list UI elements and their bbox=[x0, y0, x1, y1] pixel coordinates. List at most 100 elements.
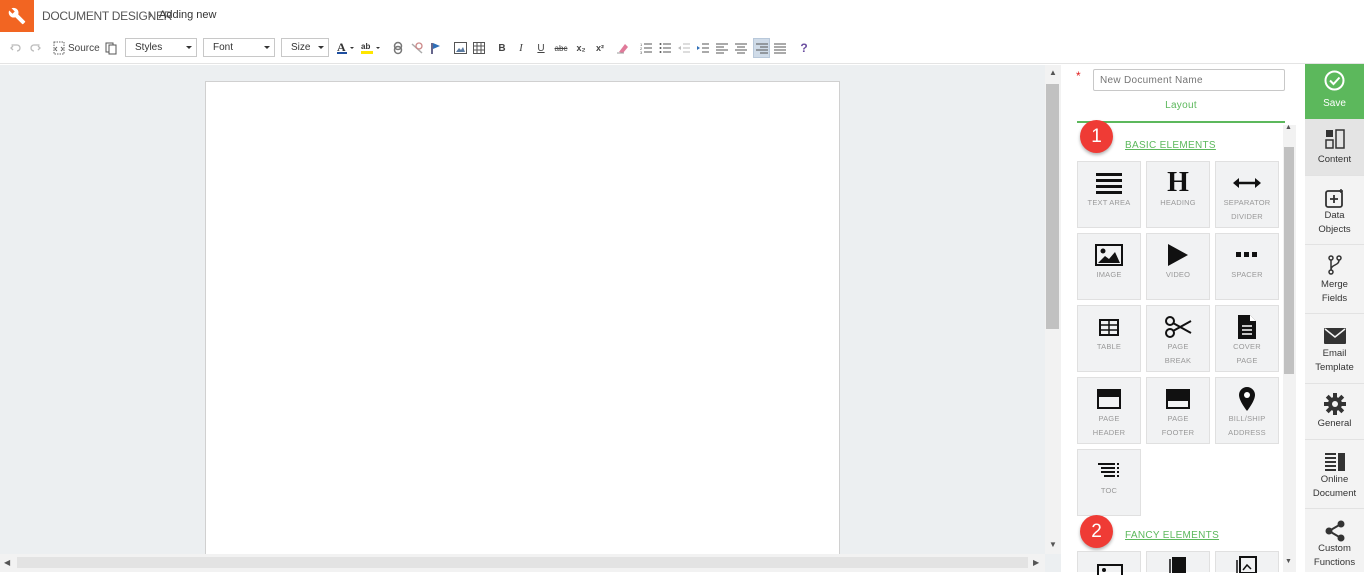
breadcrumb-separator: › bbox=[148, 8, 152, 22]
editor-horizontal-scrollbar[interactable]: ◀ ▶ bbox=[0, 554, 1045, 572]
align-right-icon[interactable] bbox=[753, 38, 770, 58]
source-button[interactable]: Source bbox=[52, 38, 100, 58]
rail-item-online-document[interactable]: Online Document bbox=[1305, 440, 1364, 509]
align-left-icon[interactable] bbox=[715, 38, 729, 58]
italic-button[interactable]: I bbox=[514, 38, 528, 58]
tile-label: TEXT AREA bbox=[1087, 198, 1131, 207]
strikethrough-button[interactable]: abc bbox=[553, 38, 569, 58]
image-tile[interactable]: IMAGE bbox=[1077, 233, 1141, 300]
image-icon bbox=[1078, 242, 1140, 268]
image-icon bbox=[1169, 556, 1189, 578]
bold-button[interactable]: B bbox=[495, 38, 509, 58]
align-center-icon[interactable] bbox=[734, 38, 748, 58]
tile-label: SPACER bbox=[1231, 270, 1263, 279]
rail-item-custom-functions[interactable]: Custom Functions bbox=[1305, 509, 1364, 572]
text-color-icon[interactable]: A bbox=[336, 38, 356, 58]
rail-item-label: Online Document bbox=[1312, 474, 1357, 499]
save-label: Save bbox=[1323, 98, 1346, 109]
scroll-up-icon[interactable]: ▲ bbox=[1285, 124, 1292, 131]
rail-item-label: Data Objects bbox=[1318, 210, 1351, 235]
toc-tile[interactable]: TOC bbox=[1077, 449, 1141, 516]
bulleted-list-icon[interactable] bbox=[658, 38, 672, 58]
panel-scrollbar[interactable]: ▲ ▼ bbox=[1283, 124, 1296, 572]
spacer-tile[interactable]: SPACER bbox=[1215, 233, 1279, 300]
rail-item-label: Merge Fields bbox=[1321, 279, 1348, 304]
unlink-icon[interactable] bbox=[409, 38, 425, 58]
data-objects-icon bbox=[1305, 186, 1364, 210]
video-tile[interactable]: VIDEO bbox=[1146, 233, 1210, 300]
scrollbar-thumb[interactable] bbox=[17, 557, 1028, 568]
step-badge: 1 bbox=[1080, 120, 1113, 153]
save-button[interactable]: Save bbox=[1305, 64, 1364, 119]
scroll-right-icon[interactable]: ▶ bbox=[1033, 558, 1039, 567]
document-page[interactable] bbox=[205, 81, 840, 561]
cover-page-tile[interactable]: COVER PAGE bbox=[1215, 305, 1279, 372]
tab-layout[interactable]: Layout bbox=[1077, 96, 1285, 123]
rail-item-label: Content bbox=[1317, 154, 1352, 165]
size-dropdown[interactable]: Size bbox=[281, 38, 329, 57]
rail-item-general[interactable]: General bbox=[1305, 384, 1364, 440]
bill-ship-address-tile[interactable]: BILL/SHIP ADDRESS bbox=[1215, 377, 1279, 444]
spacer-icon bbox=[1216, 242, 1278, 268]
page-header-tile[interactable]: PAGE HEADER bbox=[1077, 377, 1141, 444]
outdent-icon[interactable] bbox=[677, 38, 691, 58]
superscript-button[interactable]: x² bbox=[592, 38, 608, 58]
chevron-down-icon bbox=[186, 46, 192, 49]
insert-image-icon[interactable] bbox=[452, 38, 468, 58]
scrollbar-thumb[interactable] bbox=[1046, 84, 1059, 329]
text-area-tile[interactable]: TEXT AREA bbox=[1077, 161, 1141, 228]
font-dropdown[interactable]: Font bbox=[203, 38, 275, 57]
link-icon[interactable] bbox=[390, 38, 406, 58]
underline-button[interactable]: U bbox=[534, 38, 548, 58]
insert-table-icon[interactable] bbox=[471, 38, 487, 58]
styles-dropdown[interactable]: Styles bbox=[125, 38, 197, 57]
fancy-tile[interactable] bbox=[1146, 551, 1210, 573]
page-footer-tile[interactable]: PAGE FOOTER bbox=[1146, 377, 1210, 444]
numbered-list-icon[interactable]: 123 bbox=[639, 38, 653, 58]
help-button[interactable]: ? bbox=[797, 38, 811, 58]
rail-item-label: General bbox=[1317, 418, 1352, 429]
fancy-elements-heading[interactable]: FANCY ELEMENTS bbox=[1125, 530, 1219, 541]
background-color-icon[interactable]: ab bbox=[360, 38, 382, 58]
scrollbar-thumb[interactable] bbox=[1284, 147, 1294, 374]
undo-icon[interactable] bbox=[8, 38, 24, 58]
chevron-down-icon bbox=[264, 46, 270, 49]
wrench-icon[interactable] bbox=[0, 0, 34, 32]
heading-tile[interactable]: H HEADING bbox=[1146, 161, 1210, 228]
tile-label: BILL/SHIP ADDRESS bbox=[1228, 414, 1266, 437]
tile-label: COVER PAGE bbox=[1233, 342, 1261, 365]
tile-label: VIDEO bbox=[1165, 270, 1191, 279]
page-break-tile[interactable]: PAGE BREAK bbox=[1146, 305, 1210, 372]
scroll-down-icon[interactable]: ▼ bbox=[1049, 540, 1057, 549]
editor-toolbar: Source Styles Font Size A ab B I U abc x… bbox=[0, 32, 1364, 64]
scroll-up-icon[interactable]: ▲ bbox=[1049, 68, 1057, 77]
redo-icon[interactable] bbox=[27, 38, 43, 58]
indent-icon[interactable] bbox=[696, 38, 710, 58]
fancy-tile[interactable] bbox=[1215, 551, 1279, 574]
rail-item-merge-fields[interactable]: Merge Fields bbox=[1305, 245, 1364, 314]
copy-icon[interactable] bbox=[103, 38, 119, 58]
email-icon bbox=[1305, 324, 1364, 348]
separator-icon bbox=[1216, 170, 1278, 196]
editor-vertical-scrollbar[interactable]: ▲ ▼ bbox=[1045, 65, 1061, 554]
rail-item-data-objects[interactable]: Data Objects bbox=[1305, 176, 1364, 245]
document-name-input[interactable] bbox=[1093, 69, 1285, 91]
separator-tile[interactable]: SEPARATOR DIVIDER bbox=[1215, 161, 1279, 228]
breadcrumb: Adding new bbox=[159, 9, 217, 21]
anchor-flag-icon[interactable] bbox=[429, 38, 443, 58]
scroll-down-icon[interactable]: ▼ bbox=[1285, 558, 1292, 565]
tile-label: TABLE bbox=[1096, 342, 1122, 351]
remove-format-icon[interactable] bbox=[615, 38, 631, 58]
page-header-icon bbox=[1078, 386, 1140, 412]
rail-item-content[interactable]: Content bbox=[1305, 119, 1364, 176]
subscript-button[interactable]: x₂ bbox=[573, 38, 589, 58]
table-icon bbox=[1078, 314, 1140, 340]
styles-label: Styles bbox=[135, 42, 163, 53]
tile-label: PAGE FOOTER bbox=[1161, 414, 1195, 437]
scroll-left-icon[interactable]: ◀ bbox=[4, 558, 10, 567]
fancy-tile[interactable] bbox=[1077, 551, 1141, 578]
basic-elements-heading[interactable]: BASIC ELEMENTS bbox=[1125, 140, 1216, 151]
table-tile[interactable]: TABLE bbox=[1077, 305, 1141, 372]
rail-item-email-template[interactable]: Email Template bbox=[1305, 314, 1364, 384]
justify-icon[interactable] bbox=[773, 38, 787, 58]
